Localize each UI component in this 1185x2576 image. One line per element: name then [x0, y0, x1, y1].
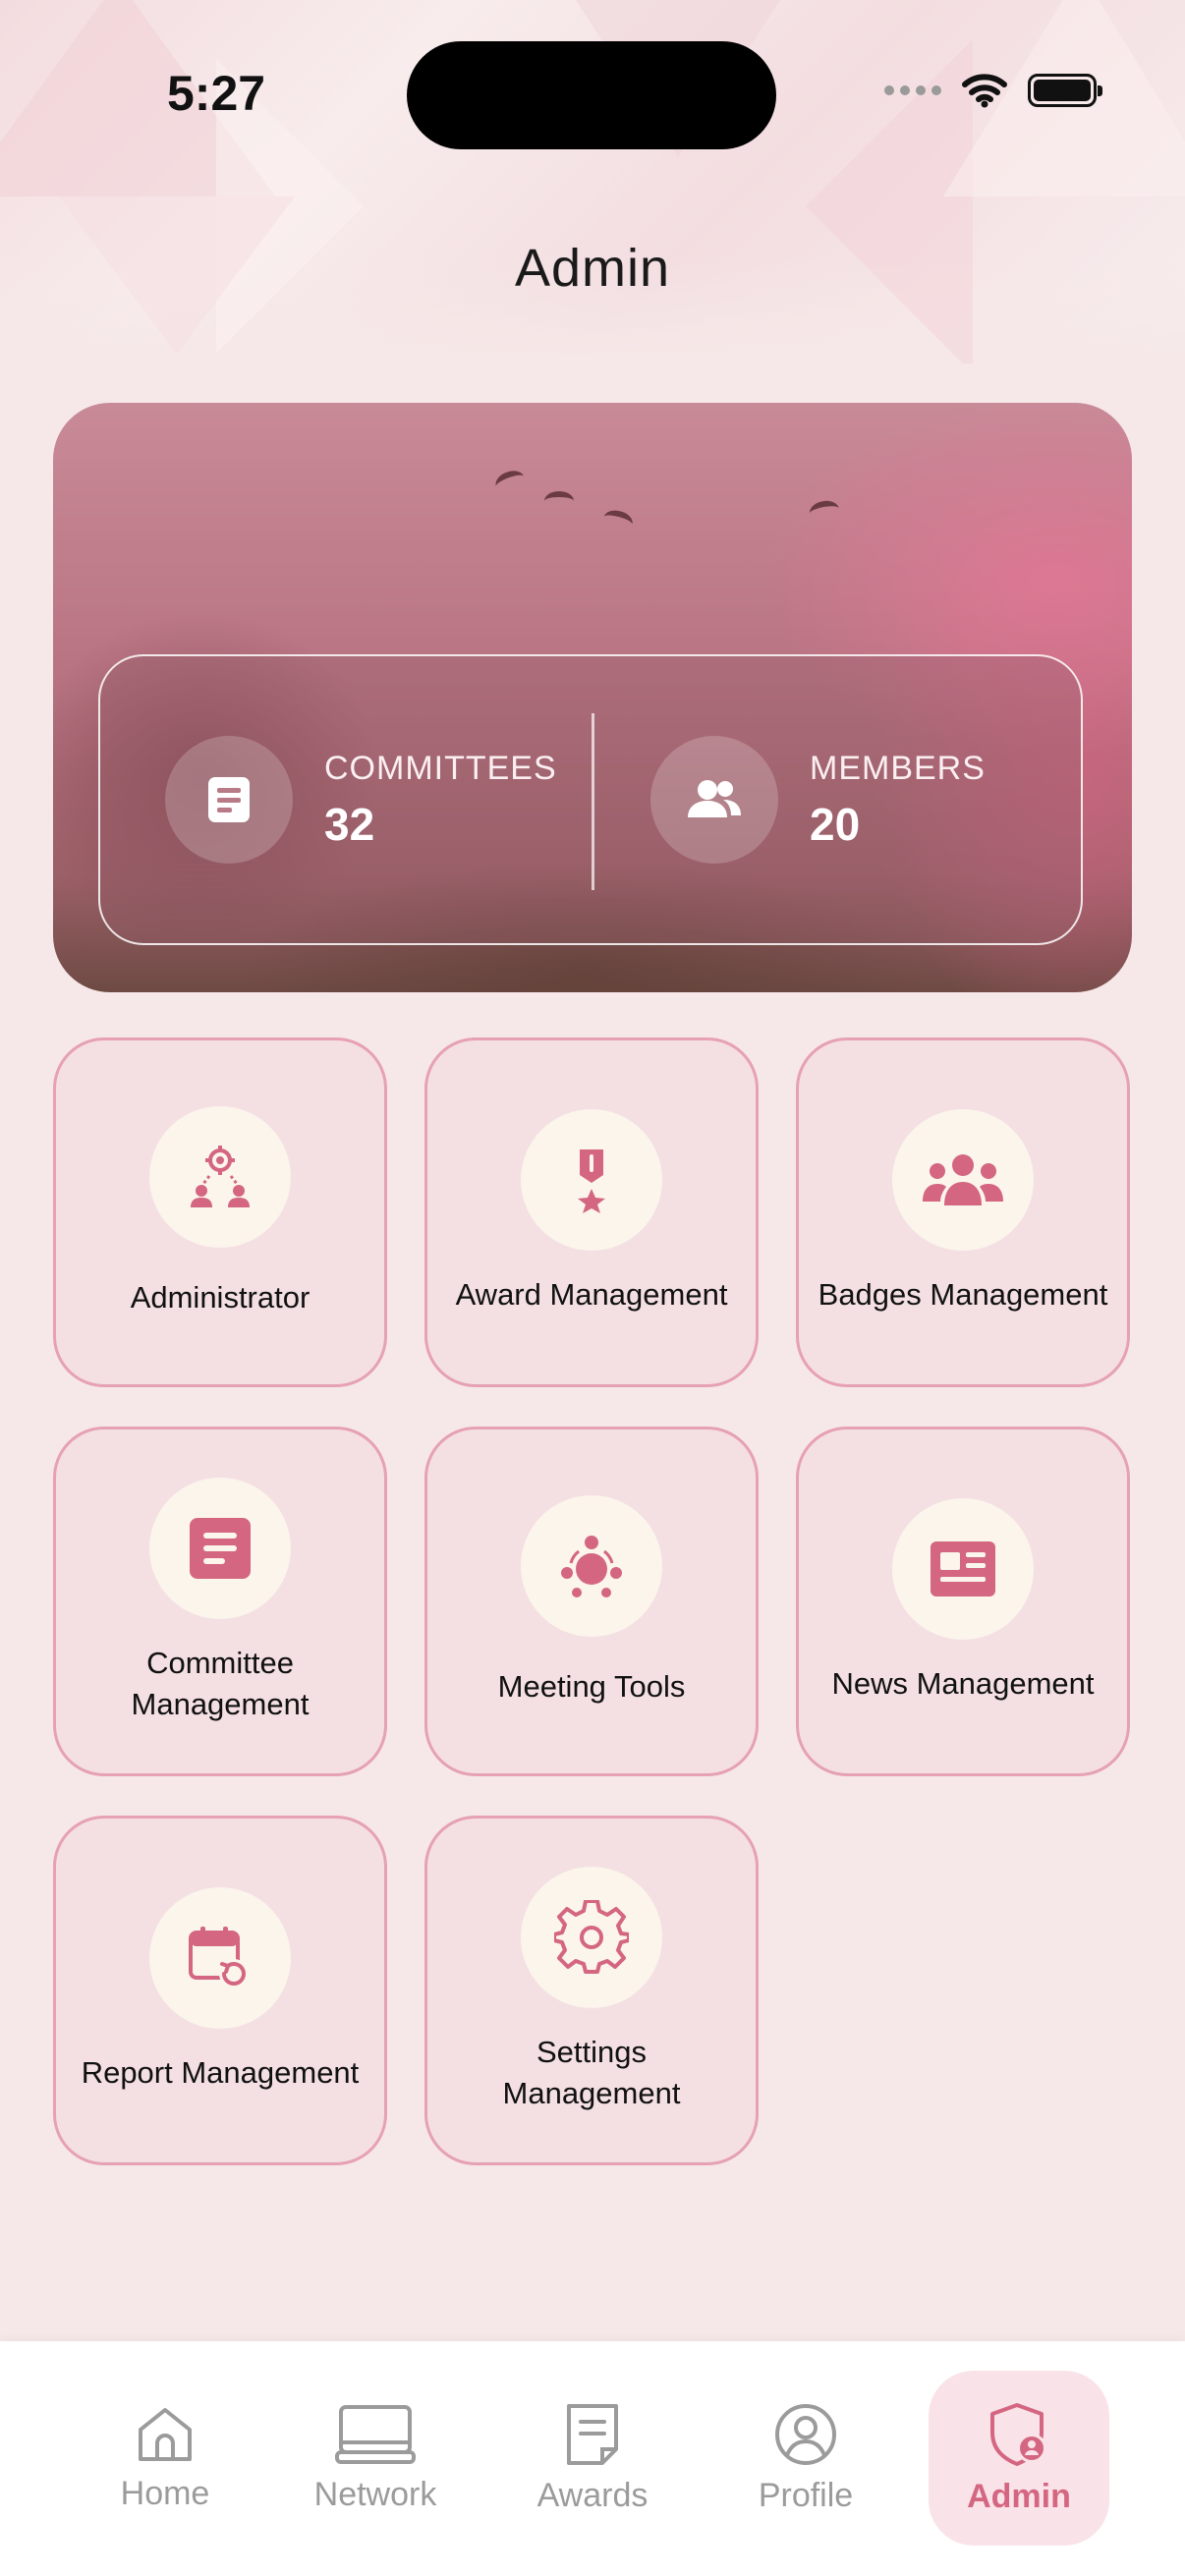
stat-value: 20 [810, 798, 861, 850]
stat-members[interactable]: MEMBERS 20 [650, 656, 986, 943]
document-icon [165, 736, 293, 864]
stat-label: COMMITTEES [324, 749, 557, 787]
bird-icon [600, 507, 636, 534]
bird-icon [808, 498, 841, 524]
tab-label: Awards [536, 2476, 649, 2514]
wifi-icon [962, 74, 1007, 108]
tab-admin[interactable]: Admin [929, 2371, 1109, 2546]
stats-divider [592, 713, 594, 890]
tab-network[interactable]: Network [285, 2371, 466, 2546]
tab-awards[interactable]: Awards [502, 2371, 683, 2546]
tile-label: Settings Management [502, 2035, 681, 2110]
status-time: 5:27 [167, 66, 266, 121]
bird-icon [492, 467, 528, 496]
tab-label: Network [313, 2475, 437, 2513]
dynamic-island [407, 41, 776, 149]
battery-icon [1028, 74, 1102, 107]
tab-label: Profile [758, 2476, 854, 2514]
tab-home[interactable]: Home [75, 2371, 255, 2546]
tile-committee-management[interactable]: Committee Management [53, 1427, 387, 1776]
hero-card: COMMITTEES 32 MEMBERS 20 [53, 403, 1132, 992]
calendar-refresh-icon [149, 1887, 291, 2029]
stat-value: 32 [324, 798, 375, 850]
signal-icon [884, 85, 941, 95]
tile-news-management[interactable]: News Management [796, 1427, 1130, 1776]
tile-administrator[interactable]: Administrator [53, 1037, 387, 1387]
tile-badges-management[interactable]: Badges Management [796, 1037, 1130, 1387]
group-icon [892, 1109, 1034, 1251]
tab-profile[interactable]: Profile [715, 2371, 896, 2546]
bird-icon [544, 491, 574, 511]
tab-label: Home [120, 2474, 210, 2512]
home-icon [139, 2407, 192, 2461]
users-icon [650, 736, 778, 864]
stat-committees[interactable]: COMMITTEES 32 [165, 656, 557, 943]
tile-label: Meeting Tools [497, 1669, 686, 1704]
tile-report-management[interactable]: Report Management [53, 1816, 387, 2165]
status-icons [884, 73, 1102, 108]
tile-label: News Management [831, 1666, 1095, 1701]
tile-label: Committee Management [131, 1646, 310, 1721]
stat-label: MEMBERS [810, 749, 986, 787]
file-icon [567, 2403, 618, 2465]
laptop-icon [335, 2404, 416, 2464]
admin-network-icon [149, 1106, 291, 1248]
tile-meeting-tools[interactable]: Meeting Tools [424, 1427, 759, 1776]
stats-panel: COMMITTEES 32 MEMBERS 20 [98, 654, 1083, 945]
tile-label: Report Management [81, 2055, 360, 2090]
page-title: Admin [514, 239, 671, 298]
tile-label: Award Management [455, 1277, 728, 1312]
gear-icon [521, 1867, 662, 2008]
tab-bar: Home Network Awards Profile Admin [0, 2341, 1185, 2576]
tab-label: Admin [967, 2477, 1071, 2515]
medal-icon [521, 1109, 662, 1251]
tile-label: Administrator [130, 1280, 310, 1315]
tile-award-management[interactable]: Award Management [424, 1037, 759, 1387]
newspaper-icon [892, 1498, 1034, 1640]
shield-user-icon [990, 2402, 1046, 2466]
tile-label: Badges Management [818, 1277, 1108, 1312]
document-icon [149, 1478, 291, 1619]
tile-settings-management[interactable]: Settings Management [424, 1816, 759, 2165]
meeting-icon [521, 1495, 662, 1637]
user-circle-icon [775, 2403, 836, 2465]
